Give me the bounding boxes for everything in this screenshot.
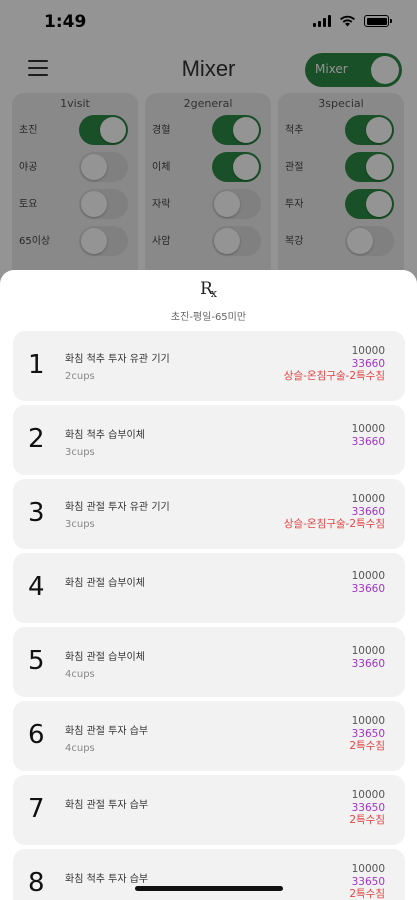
card-price: 10000 33650 2특수침	[349, 789, 385, 827]
card-cups: 2cups	[65, 371, 95, 382]
price-note: 2특수침	[349, 814, 385, 826]
card-number: 2	[28, 424, 45, 454]
card-herbs: 화침 척추 투자 습부	[65, 874, 149, 885]
price-total: 33660	[351, 582, 385, 595]
card-herbs: 화침 관절 투자 습부	[65, 800, 149, 811]
price-note: 2특수침	[349, 740, 385, 752]
price-total: 33650	[351, 875, 385, 888]
card-herbs: 화침 척추 습부이체	[65, 430, 145, 441]
price-base: 10000	[351, 863, 385, 875]
prescription-sheet: Rx 초진-평일-65미만 1 화침 척추 투자 유관 기기 2cups 100…	[0, 270, 417, 900]
card-number: 6	[28, 720, 45, 750]
rx-symbol-x: x	[210, 287, 218, 300]
card-herbs: 화침 관절 투자 유관 기기	[65, 502, 170, 513]
rx-icon: Rx	[0, 279, 417, 300]
card-price: 10000 33660 상슬-온침구술-2특수침	[284, 493, 385, 531]
prescription-card[interactable]: 2 화침 척추 습부이체 3cups 10000 33660	[13, 405, 405, 475]
prescription-card[interactable]: 3 화침 관절 투자 유관 기기 3cups 10000 33660 상슬-온침…	[13, 479, 405, 549]
price-total: 33660	[351, 657, 385, 670]
sheet-subtitle: 초진-평일-65미만	[170, 312, 247, 323]
price-base: 10000	[351, 715, 385, 727]
card-price: 10000 33660	[352, 645, 385, 670]
prescription-card[interactable]: 7 화침 관절 투자 습부 10000 33650 2특수침	[13, 775, 405, 845]
price-base: 10000	[351, 423, 385, 435]
price-base: 10000	[351, 345, 385, 357]
prescription-card[interactable]: 5 화침 관절 습부이체 4cups 10000 33660	[13, 627, 405, 697]
price-note: 2특수침	[349, 888, 385, 900]
card-price: 10000 33660	[352, 570, 385, 595]
card-cups: 3cups	[65, 447, 95, 458]
card-price: 10000 33650 2특수침	[349, 715, 385, 753]
price-note: 상슬-온침구술-2특수침	[283, 518, 385, 530]
card-herbs: 화침 관절 습부이체	[65, 652, 145, 663]
card-number: 5	[28, 646, 45, 676]
price-note: 상슬-온침구술-2특수침	[283, 370, 385, 382]
home-indicator[interactable]	[135, 886, 283, 891]
card-number: 1	[28, 350, 45, 380]
price-base: 10000	[351, 570, 385, 582]
card-number: 7	[28, 794, 45, 824]
card-number: 8	[28, 868, 45, 898]
prescription-card[interactable]: 8 화침 척추 투자 습부 10000 33650 2특수침	[13, 849, 405, 900]
card-cups: 3cups	[65, 519, 95, 530]
card-price: 10000 33660	[352, 423, 385, 448]
card-herbs: 화침 관절 투자 습부	[65, 726, 149, 737]
price-total: 33660	[351, 505, 385, 518]
prescription-card[interactable]: 1 화침 척추 투자 유관 기기 2cups 10000 33660 상슬-온침…	[13, 331, 405, 401]
card-number: 3	[28, 498, 45, 528]
prescription-card[interactable]: 6 화침 관절 투자 습부 4cups 10000 33650 2특수침	[13, 701, 405, 771]
price-total: 33650	[351, 727, 385, 740]
prescription-card[interactable]: 4 화침 관절 습부이체 10000 33660	[13, 553, 405, 623]
price-base: 10000	[351, 645, 385, 657]
card-cups: 4cups	[65, 743, 95, 754]
card-price: 10000 33650 2특수침	[349, 863, 385, 900]
price-total: 33650	[351, 801, 385, 814]
card-herbs: 화침 관절 습부이체	[65, 578, 145, 589]
price-total: 33660	[351, 357, 385, 370]
price-base: 10000	[351, 789, 385, 801]
price-total: 33660	[351, 435, 385, 448]
price-base: 10000	[351, 493, 385, 505]
card-number: 4	[28, 572, 45, 602]
card-herbs: 화침 척추 투자 유관 기기	[65, 354, 170, 365]
card-price: 10000 33660 상슬-온침구술-2특수침	[284, 345, 385, 383]
prescription-list: 1 화침 척추 투자 유관 기기 2cups 10000 33660 상슬-온침…	[13, 331, 405, 900]
card-cups: 4cups	[65, 669, 95, 680]
